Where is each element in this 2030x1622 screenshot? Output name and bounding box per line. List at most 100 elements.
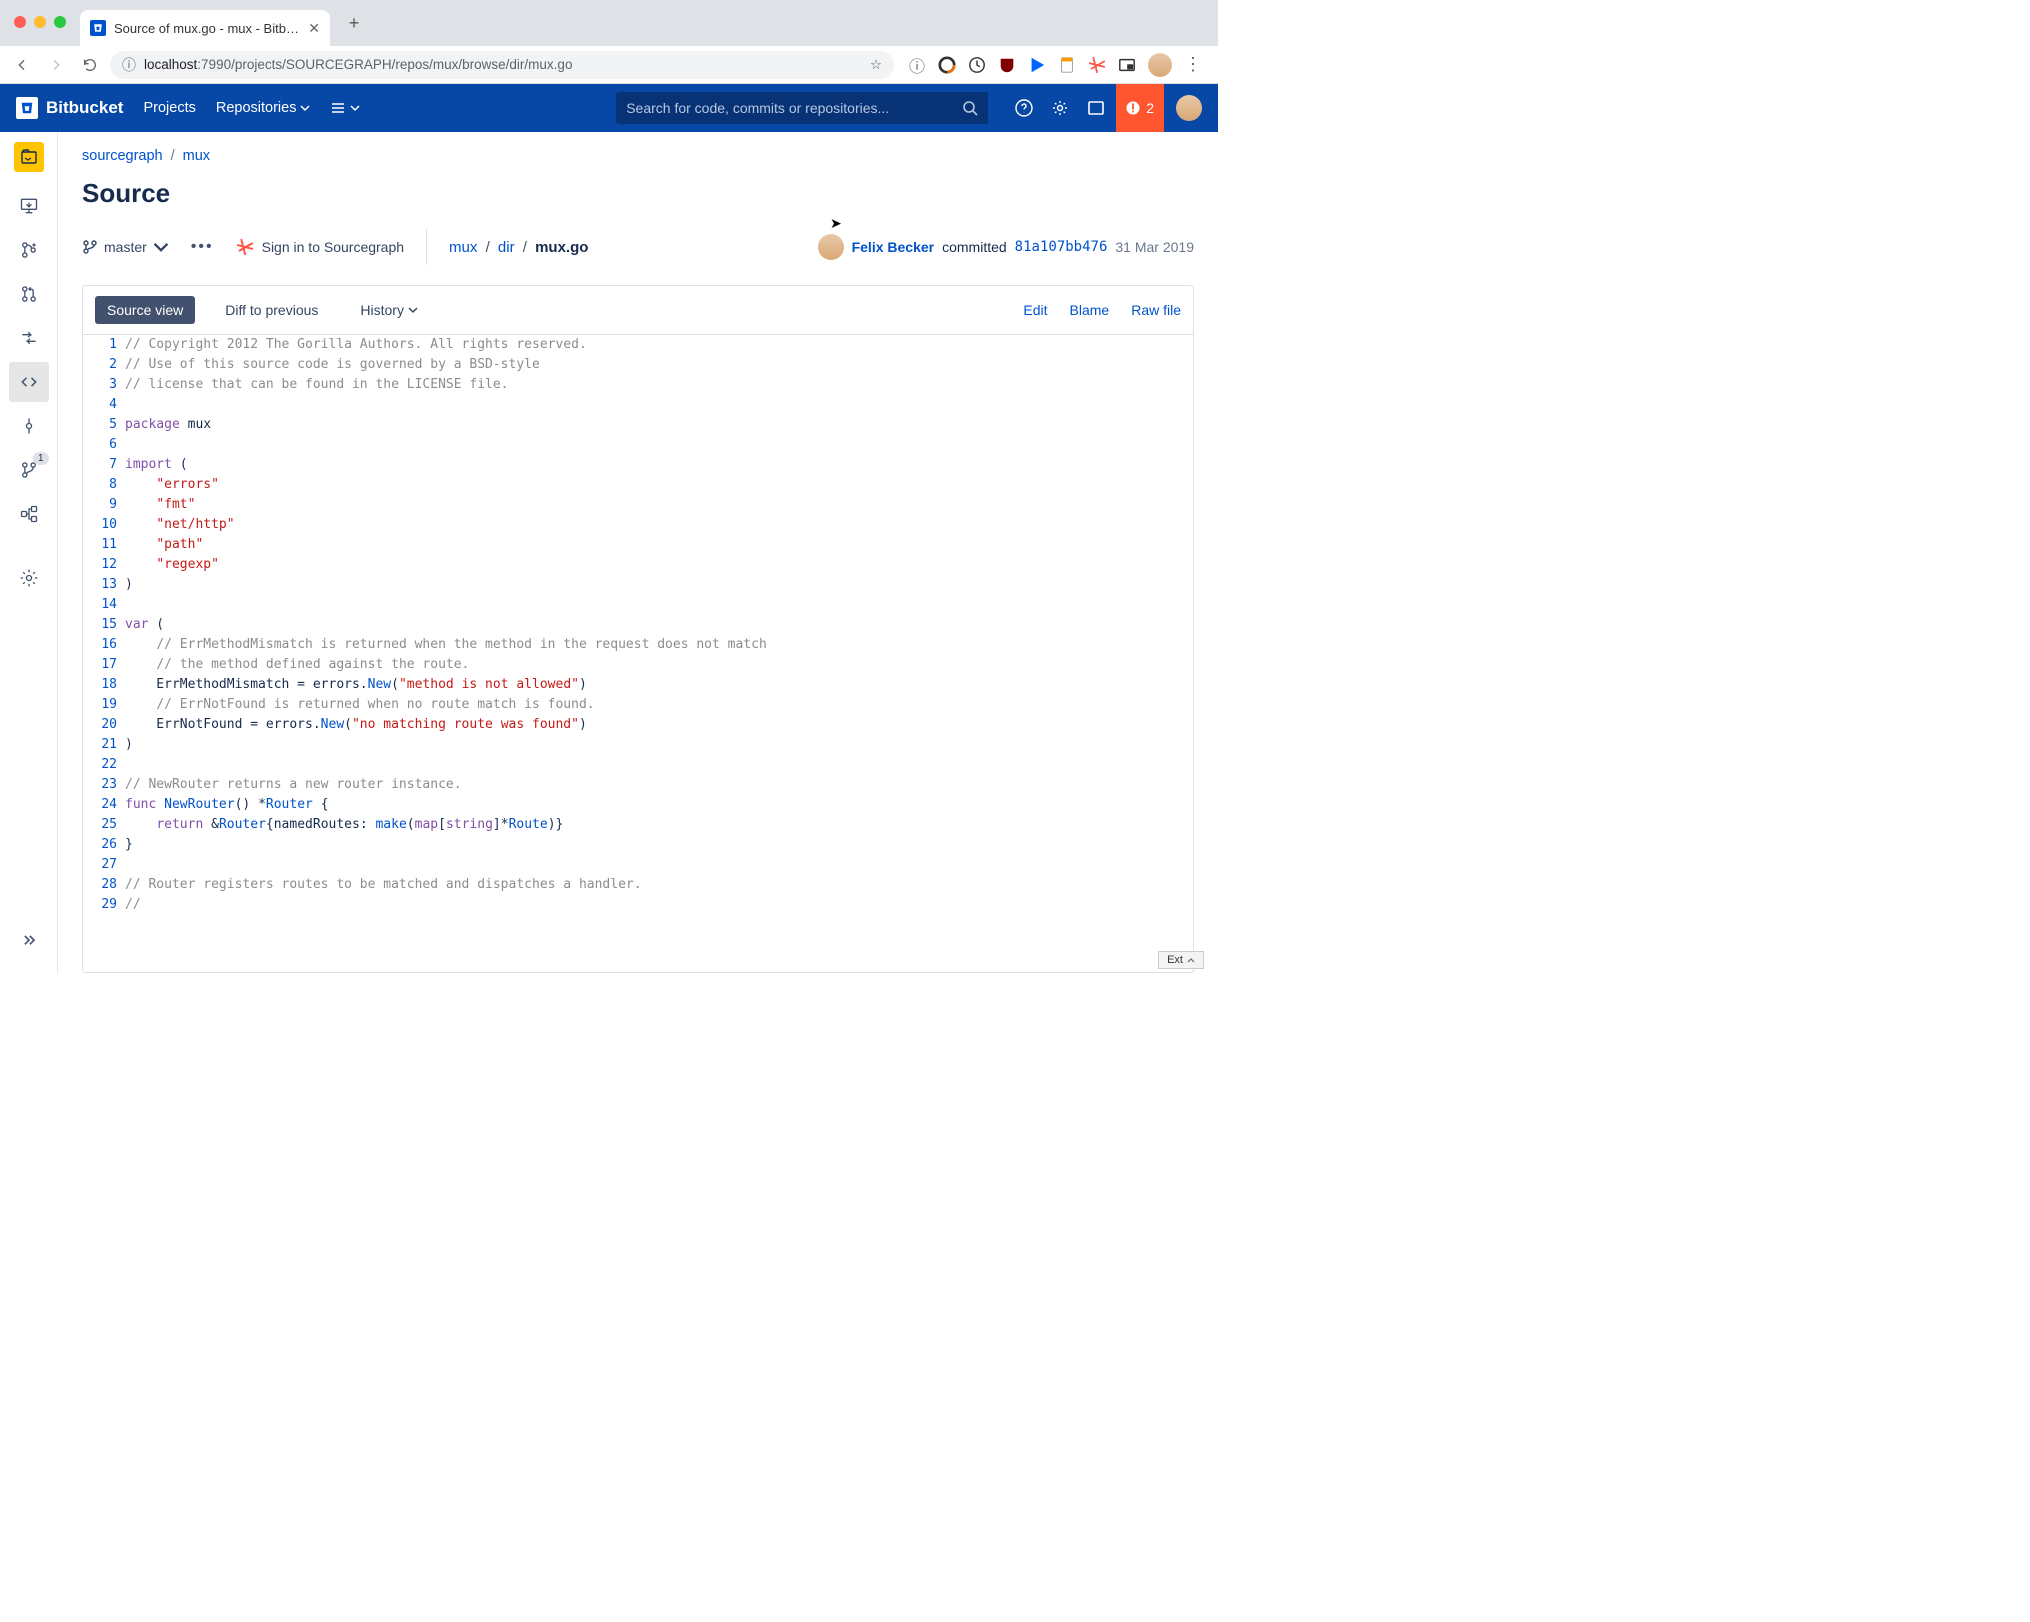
line-number[interactable]: 25 xyxy=(83,815,125,835)
sidebar-branches-icon[interactable]: 1 xyxy=(9,450,49,490)
line-number[interactable]: 9 xyxy=(83,495,125,515)
more-actions-icon[interactable]: ••• xyxy=(185,238,220,256)
code-line[interactable]: 1// Copyright 2012 The Gorilla Authors. … xyxy=(83,335,1193,355)
browser-menu-icon[interactable]: ⋮ xyxy=(1184,54,1202,75)
new-tab-button[interactable]: + xyxy=(340,9,368,37)
action-raw[interactable]: Raw file xyxy=(1131,302,1181,318)
sidebar-settings-icon[interactable] xyxy=(9,558,49,598)
tab-diff[interactable]: Diff to previous xyxy=(213,296,330,324)
line-number[interactable]: 1 xyxy=(83,335,125,355)
breadcrumb-project[interactable]: sourcegraph xyxy=(82,148,163,164)
code-line[interactable]: 27 xyxy=(83,855,1193,875)
commit-author[interactable]: Felix Becker xyxy=(852,239,935,255)
sidebar-clone-icon[interactable] xyxy=(9,186,49,226)
code-line[interactable]: 15var ( xyxy=(83,615,1193,635)
address-bar[interactable]: ⓘ localhost:7990/projects/SOURCEGRAPH/re… xyxy=(110,51,894,79)
bitbucket-logo[interactable]: Bitbucket xyxy=(16,97,123,119)
line-number[interactable]: 27 xyxy=(83,855,125,875)
sourcegraph-signin[interactable]: Sign in to Sourcegraph xyxy=(236,238,404,256)
line-number[interactable]: 10 xyxy=(83,515,125,535)
search-box[interactable] xyxy=(616,92,988,124)
nav-projects[interactable]: Projects xyxy=(143,100,195,116)
line-number[interactable]: 23 xyxy=(83,775,125,795)
line-number[interactable]: 13 xyxy=(83,575,125,595)
close-tab-icon[interactable]: ✕ xyxy=(308,20,320,37)
line-number[interactable]: 18 xyxy=(83,675,125,695)
ext-doc-icon[interactable] xyxy=(1058,56,1076,74)
code-line[interactable]: 8 "errors" xyxy=(83,475,1193,495)
sidebar-compare-icon[interactable] xyxy=(9,318,49,358)
line-number[interactable]: 3 xyxy=(83,375,125,395)
branch-selector[interactable]: master xyxy=(82,239,169,255)
ext-info-icon[interactable]: ⓘ xyxy=(908,56,926,74)
browser-profile-avatar[interactable] xyxy=(1148,53,1172,77)
user-avatar[interactable] xyxy=(1176,95,1202,121)
code-line[interactable]: 13) xyxy=(83,575,1193,595)
code-line[interactable]: 25 return &Router{namedRoutes: make(map[… xyxy=(83,815,1193,835)
line-number[interactable]: 22 xyxy=(83,755,125,775)
ext-colorring-icon[interactable] xyxy=(938,56,956,74)
tab-history[interactable]: History xyxy=(348,296,430,324)
code-line[interactable]: 10 "net/http" xyxy=(83,515,1193,535)
alert-badge[interactable]: 2 xyxy=(1116,84,1164,132)
settings-icon[interactable] xyxy=(1044,92,1076,124)
code-line[interactable]: 7import ( xyxy=(83,455,1193,475)
code-line[interactable]: 26} xyxy=(83,835,1193,855)
code-line[interactable]: 5package mux xyxy=(83,415,1193,435)
code-line[interactable]: 29// xyxy=(83,895,1193,915)
sidebar-create-branch-icon[interactable] xyxy=(9,230,49,270)
help-icon[interactable] xyxy=(1008,92,1040,124)
action-edit[interactable]: Edit xyxy=(1023,302,1047,318)
code-line[interactable]: 23// NewRouter returns a new router inst… xyxy=(83,775,1193,795)
line-number[interactable]: 6 xyxy=(83,435,125,455)
code-line[interactable]: 20 ErrNotFound = errors.New("no matching… xyxy=(83,715,1193,735)
path-dir[interactable]: dir xyxy=(498,239,515,256)
line-number[interactable]: 19 xyxy=(83,695,125,715)
breadcrumb-repo[interactable]: mux xyxy=(183,148,210,164)
ext-ublock-icon[interactable] xyxy=(998,56,1016,74)
code-line[interactable]: 12 "regexp" xyxy=(83,555,1193,575)
line-number[interactable]: 29 xyxy=(83,895,125,915)
ext-play-icon[interactable] xyxy=(1028,56,1046,74)
code-line[interactable]: 24func NewRouter() *Router { xyxy=(83,795,1193,815)
forward-button[interactable] xyxy=(42,51,70,79)
sidebar-source-icon[interactable] xyxy=(9,362,49,402)
window-close-icon[interactable] xyxy=(14,16,26,28)
browser-tab[interactable]: Source of mux.go - mux - Bitbuc… ✕ xyxy=(80,10,330,46)
sidebar-commits-icon[interactable] xyxy=(9,406,49,446)
line-number[interactable]: 28 xyxy=(83,875,125,895)
line-number[interactable]: 11 xyxy=(83,535,125,555)
sidebar-expand-icon[interactable] xyxy=(9,921,49,961)
bookmark-icon[interactable]: ☆ xyxy=(870,57,882,73)
code-line[interactable]: 22 xyxy=(83,755,1193,775)
code-line[interactable]: 6 xyxy=(83,435,1193,455)
code-line[interactable]: 14 xyxy=(83,595,1193,615)
line-number[interactable]: 17 xyxy=(83,655,125,675)
code-line[interactable]: 21) xyxy=(83,735,1193,755)
search-input[interactable] xyxy=(626,100,954,116)
nav-menu-icon[interactable] xyxy=(330,100,360,116)
ext-status-badge[interactable]: Ext xyxy=(1158,951,1204,969)
commit-author-avatar[interactable] xyxy=(818,234,844,260)
code-line[interactable]: 16 // ErrMethodMismatch is returned when… xyxy=(83,635,1193,655)
line-number[interactable]: 7 xyxy=(83,455,125,475)
line-number[interactable]: 24 xyxy=(83,795,125,815)
nav-repositories[interactable]: Repositories xyxy=(216,100,311,116)
code-line[interactable]: 4 xyxy=(83,395,1193,415)
ext-screen-icon[interactable] xyxy=(1118,56,1136,74)
window-zoom-icon[interactable] xyxy=(54,16,66,28)
code-line[interactable]: 17 // the method defined against the rou… xyxy=(83,655,1193,675)
code-line[interactable]: 3// license that can be found in the LIC… xyxy=(83,375,1193,395)
code-line[interactable]: 2// Use of this source code is governed … xyxy=(83,355,1193,375)
code-line[interactable]: 18 ErrMethodMismatch = errors.New("metho… xyxy=(83,675,1193,695)
sidebar-pull-request-icon[interactable] xyxy=(9,274,49,314)
line-number[interactable]: 12 xyxy=(83,555,125,575)
commit-hash[interactable]: 81a107bb476 xyxy=(1015,239,1108,255)
code-line[interactable]: 19 // ErrNotFound is returned when no ro… xyxy=(83,695,1193,715)
ext-sourcegraph-icon[interactable] xyxy=(1088,56,1106,74)
line-number[interactable]: 8 xyxy=(83,475,125,495)
line-number[interactable]: 2 xyxy=(83,355,125,375)
line-number[interactable]: 4 xyxy=(83,395,125,415)
window-minimize-icon[interactable] xyxy=(34,16,46,28)
code-line[interactable]: 11 "path" xyxy=(83,535,1193,555)
